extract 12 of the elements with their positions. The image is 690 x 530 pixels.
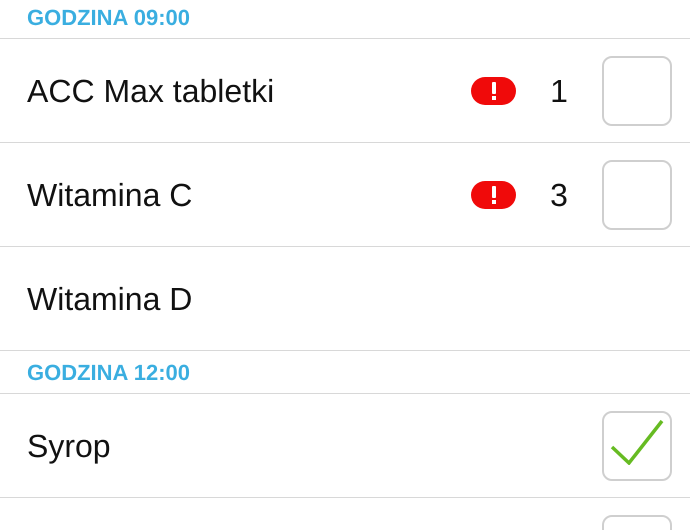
checkmark-icon xyxy=(609,418,665,464)
dose-count: 3 xyxy=(549,176,569,214)
checkbox[interactable] xyxy=(602,160,672,230)
medicine-name: Witamina C xyxy=(27,176,194,214)
dose-count: 1 xyxy=(549,72,569,110)
checkbox[interactable] xyxy=(602,56,672,126)
section-header: GODZINA 09:00 xyxy=(27,4,190,32)
medicine-name: Syrop xyxy=(27,426,112,466)
section-header: GODZINA 12:00 xyxy=(27,358,190,386)
medicine-name: Witamina D xyxy=(27,280,194,318)
checkbox[interactable] xyxy=(602,410,672,480)
medicine-name: ACC Max tabletki xyxy=(27,72,276,110)
